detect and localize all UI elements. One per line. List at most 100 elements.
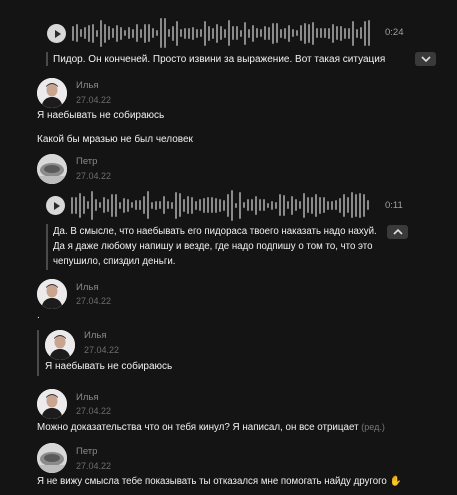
waveform-bar (228, 20, 230, 46)
message-text: . (37, 310, 40, 321)
waveform-bar (163, 196, 165, 214)
waveform-bar (159, 201, 161, 209)
quote-author[interactable]: Илья (84, 330, 106, 341)
author-name[interactable]: Илья (76, 80, 98, 91)
waveform-bar (239, 192, 241, 219)
waveform-bar (355, 194, 357, 217)
waveform-bar (123, 198, 125, 213)
avatar[interactable] (37, 389, 67, 419)
waveform-bar (335, 200, 337, 210)
waveform-bar (292, 29, 294, 37)
waveform-bar (136, 24, 138, 42)
waveform-bar (332, 24, 334, 43)
waveform-bar (223, 200, 225, 211)
voice-transcript-line: Да. В смысле, что наебывать его пидораса… (53, 226, 377, 237)
waveform-bar (231, 190, 233, 221)
play-button[interactable] (47, 24, 66, 43)
waveform-bar (192, 27, 194, 40)
waveform-bar (180, 29, 182, 37)
waveform-bar (219, 199, 221, 212)
waveform-bar (275, 202, 277, 209)
waveform-bar (80, 29, 82, 37)
message-body: Я не вижу смысла тебе показывать ты отка… (37, 476, 387, 487)
waveform-bar (143, 196, 145, 214)
voice-transcript: Пидор. Он конченей. Просто извини за выр… (53, 54, 386, 65)
waveform-bar (195, 201, 197, 210)
waveform-bar (279, 194, 281, 216)
waveform-icon[interactable] (72, 16, 372, 50)
waveform-bar (351, 192, 353, 218)
author-name[interactable]: Петр (76, 446, 97, 457)
quote-avatar[interactable] (45, 330, 75, 360)
waveform-bar (284, 28, 286, 39)
waveform-bar (323, 197, 325, 213)
waveform-bar (307, 197, 309, 213)
waveform-bar (168, 29, 170, 37)
waveform-bar (187, 196, 189, 214)
waveform-bar (112, 28, 114, 38)
transcript-bar (46, 52, 48, 66)
waveform-bar (139, 200, 141, 210)
waveform-bar (204, 21, 206, 46)
transcript-bar (46, 224, 48, 270)
waveform-bar (179, 193, 181, 217)
waveform-bar (360, 27, 362, 39)
waveform-bar (311, 197, 313, 214)
waveform-bar (268, 27, 270, 40)
waveform-bar (331, 201, 333, 210)
message-date: 27.04.22 (76, 461, 112, 471)
waveform-bar (236, 26, 238, 40)
waveform-bar (304, 23, 306, 44)
waveform-bar (183, 199, 185, 212)
waveform-bar (155, 201, 157, 210)
quote-text: Я наебывать не собираюсь (45, 361, 173, 372)
waveform-bar (272, 23, 274, 44)
avatar[interactable] (37, 78, 67, 108)
waveform-bar (336, 26, 338, 40)
avatar[interactable] (37, 279, 67, 309)
waveform-bar (184, 28, 186, 39)
waveform-bar (99, 202, 101, 208)
waveform-bar (100, 20, 102, 47)
author-name[interactable]: Петр (76, 156, 97, 167)
waveform-bar (348, 28, 350, 39)
waveform-bar (131, 202, 133, 208)
waveform-bar (72, 26, 74, 41)
play-button[interactable] (46, 196, 65, 215)
collapse-transcript-button[interactable] (415, 52, 436, 66)
waveform-bar (83, 196, 85, 214)
avatar[interactable] (37, 443, 67, 473)
waveform-bar (356, 29, 358, 38)
waveform-bar (303, 193, 305, 218)
message-date: 27.04.22 (76, 296, 112, 306)
waveform-bar (108, 26, 110, 40)
waveform-bar (343, 194, 345, 217)
waveform-bar (324, 28, 326, 38)
chevron-down-icon (420, 56, 431, 62)
waveform-bar (364, 21, 366, 46)
waveform-bar (215, 198, 217, 213)
waveform-bar (216, 24, 218, 43)
author-name[interactable]: Илья (76, 282, 98, 293)
expand-transcript-button[interactable] (387, 225, 408, 239)
waveform-bar (319, 197, 321, 214)
waveform-bar (107, 199, 109, 212)
waveform-bar (92, 24, 94, 43)
waveform-bar (111, 194, 113, 217)
waveform-bar (95, 199, 97, 211)
waveform-bar (347, 197, 349, 213)
waveform-bar (84, 27, 86, 39)
waveform-bar (312, 22, 314, 45)
avatar[interactable] (37, 154, 67, 184)
waveform-icon[interactable] (71, 188, 371, 222)
waveform-bar (276, 23, 278, 43)
waveform-bar (232, 26, 234, 40)
waveform-bar (247, 199, 249, 211)
waveform-bar (171, 202, 173, 209)
waveform-bar (252, 25, 254, 42)
waveform-bar (315, 194, 317, 217)
author-name[interactable]: Илья (76, 392, 98, 403)
waveform-bar (144, 24, 146, 43)
message-text: Я не вижу смысла тебе показывать ты отка… (37, 474, 402, 489)
waveform-bar (212, 28, 214, 39)
